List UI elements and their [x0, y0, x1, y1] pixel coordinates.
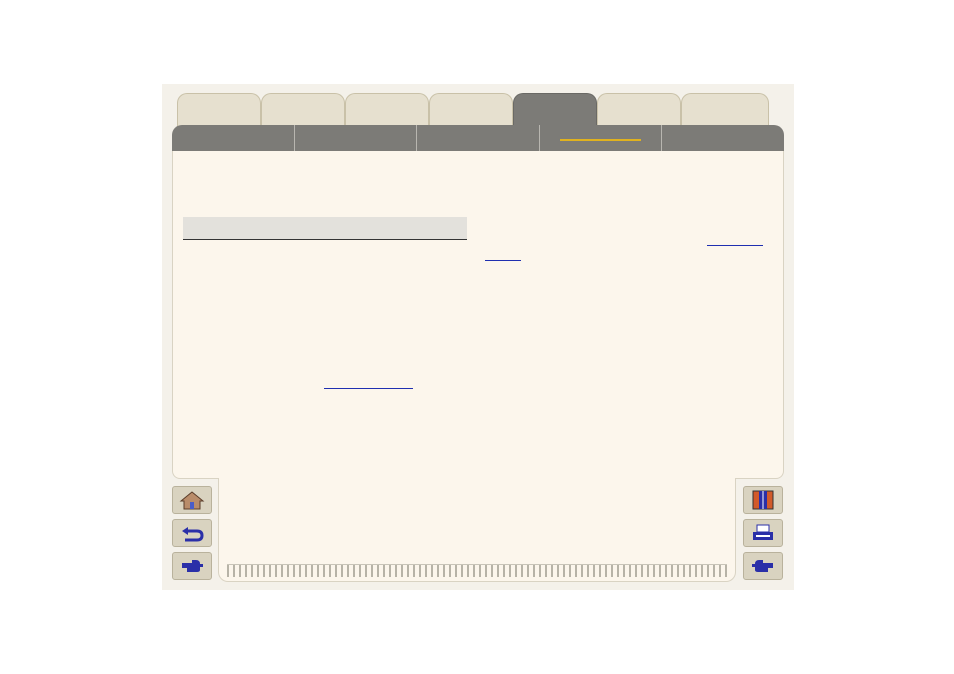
forward-icon: [182, 560, 203, 572]
spiral-binding: [227, 564, 727, 577]
subtab-3[interactable]: [417, 125, 540, 151]
notepad-strip: [218, 478, 736, 582]
home-button[interactable]: [172, 486, 212, 514]
back-button[interactable]: [172, 519, 212, 547]
folder-tab-3[interactable]: [345, 93, 429, 129]
next-page-icon: [752, 560, 773, 572]
back-icon: [182, 527, 204, 542]
subtab-4[interactable]: [540, 125, 663, 151]
next-page-button[interactable]: [743, 552, 783, 580]
link-body[interactable]: [324, 388, 413, 389]
subtab-1[interactable]: [172, 125, 295, 151]
link-right-top[interactable]: [707, 245, 763, 246]
forward-button[interactable]: [172, 552, 212, 580]
contents-icon: [752, 490, 774, 510]
contents-button[interactable]: [743, 486, 783, 514]
content-page: [172, 151, 784, 479]
home-icon: [179, 491, 205, 510]
folder-tab-1[interactable]: [177, 93, 261, 129]
folder-tab-6[interactable]: [597, 93, 681, 129]
folder-tab-4[interactable]: [429, 93, 513, 129]
subtab-5[interactable]: [662, 125, 784, 151]
folder-tab-2[interactable]: [261, 93, 345, 129]
subtab-bar: [172, 125, 784, 151]
folder-tab-7[interactable]: [681, 93, 769, 129]
print-icon: [753, 524, 773, 540]
subtab-2[interactable]: [295, 125, 418, 151]
print-button[interactable]: [743, 519, 783, 547]
link-right-second[interactable]: [485, 260, 521, 261]
section-heading-box: [183, 217, 467, 240]
